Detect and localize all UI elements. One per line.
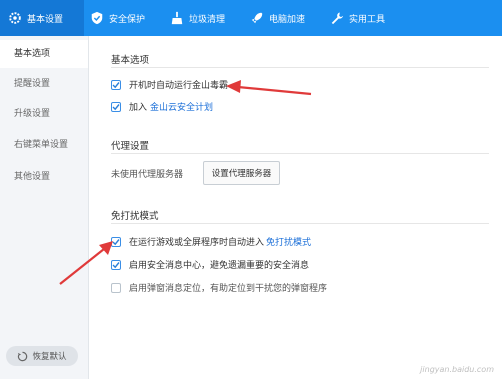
message-center-label: 启用安全消息中心，避免遗漏重要的安全消息 — [129, 261, 310, 271]
tab-speedup[interactable]: 电脑加速 — [250, 0, 305, 36]
section-title-basic: 基本选项 — [111, 55, 150, 66]
tab-junk-clean[interactable]: 垃圾清理 — [170, 0, 225, 36]
autostart-option[interactable]: 开机时自动运行金山毒霸 — [111, 78, 228, 91]
restore-defaults-button[interactable]: 恢复默认 — [6, 346, 78, 366]
section-divider — [111, 153, 489, 154]
restore-icon — [18, 351, 28, 361]
tab-security[interactable]: 安全保护 — [90, 0, 145, 36]
sidebar-item-basic-options[interactable]: 基本选项 — [0, 40, 88, 68]
restore-defaults-label: 恢复默认 — [32, 352, 67, 362]
cloud-security-option[interactable]: 加入 金山云安全计划 — [111, 100, 213, 113]
sidebar-item-label: 右键菜单设置 — [14, 140, 69, 150]
tab-label: 电脑加速 — [269, 14, 306, 25]
autostart-label: 开机时自动运行金山毒霸 — [129, 81, 229, 91]
sidebar-item-label: 基本选项 — [14, 49, 51, 59]
check-icon — [112, 238, 120, 245]
auto-nodisturb-option[interactable]: 在运行游戏或全屏程序时自动进入 免打扰模式 — [111, 235, 311, 248]
popup-position-label: 启用弹窗消息定位，有助定位到干扰您的弹窗程序 — [129, 284, 328, 294]
section-divider — [111, 223, 489, 224]
wrench-icon — [331, 12, 344, 25]
top-nav-bar: 基本设置 安全保护 垃圾清理 电脑加速 实用工具 — [0, 0, 502, 36]
tab-tools[interactable]: 实用工具 — [330, 0, 385, 36]
proxy-settings-button[interactable]: 设置代理服务器 — [203, 161, 280, 185]
check-icon — [112, 81, 120, 88]
sidebar-item-other[interactable]: 其他设置 — [0, 163, 88, 191]
section-title-nodisturb: 免打扰模式 — [111, 211, 159, 222]
broom-icon — [171, 11, 183, 25]
settings-panel: 基本选项 开机时自动运行金山毒霸 加入 金山云安全计划 代理设置 未使用代理服务… — [89, 36, 502, 379]
gear-icon — [9, 12, 21, 24]
sidebar-item-context-menu[interactable]: 右键菜单设置 — [0, 131, 88, 159]
cloud-security-prefix: 加入 — [129, 103, 148, 113]
check-icon — [112, 103, 120, 110]
auto-nodisturb-checkbox[interactable] — [111, 236, 121, 247]
tab-basic-settings[interactable]: 基本设置 — [0, 0, 84, 36]
tab-label: 实用工具 — [349, 14, 386, 25]
sidebar: 基本选项 提醒设置 升级设置 右键菜单设置 其他设置 恢复默认 — [0, 36, 89, 379]
popup-position-checkbox[interactable] — [111, 282, 121, 293]
check-icon — [112, 261, 120, 268]
sidebar-item-label: 其他设置 — [14, 172, 51, 182]
sidebar-item-upgrade[interactable]: 升级设置 — [0, 100, 88, 128]
proxy-status: 未使用代理服务器 — [111, 170, 184, 180]
auto-nodisturb-label: 在运行游戏或全屏程序时自动进入 — [129, 238, 265, 248]
section-title-proxy: 代理设置 — [111, 141, 150, 152]
sidebar-item-label: 升级设置 — [14, 109, 51, 119]
autostart-checkbox[interactable] — [111, 79, 121, 90]
watermark: jingyan.baidu.com — [420, 365, 494, 374]
popup-position-option[interactable]: 启用弹窗消息定位，有助定位到干扰您的弹窗程序 — [111, 281, 327, 294]
tab-label: 安全保护 — [109, 14, 146, 25]
tab-label: 基本设置 — [27, 14, 64, 25]
cloud-security-link[interactable]: 金山云安全计划 — [150, 100, 213, 113]
sidebar-item-label: 提醒设置 — [14, 79, 51, 89]
message-center-checkbox[interactable] — [111, 259, 121, 270]
cloud-security-checkbox[interactable] — [111, 101, 121, 112]
sidebar-item-reminder[interactable]: 提醒设置 — [0, 70, 88, 98]
section-divider — [111, 67, 489, 68]
nodisturb-mode-link[interactable]: 免打扰模式 — [266, 235, 311, 248]
rocket-icon — [251, 12, 263, 24]
shield-icon — [91, 11, 103, 25]
tab-label: 垃圾清理 — [189, 14, 226, 25]
message-center-option[interactable]: 启用安全消息中心，避免遗漏重要的安全消息 — [111, 258, 309, 271]
